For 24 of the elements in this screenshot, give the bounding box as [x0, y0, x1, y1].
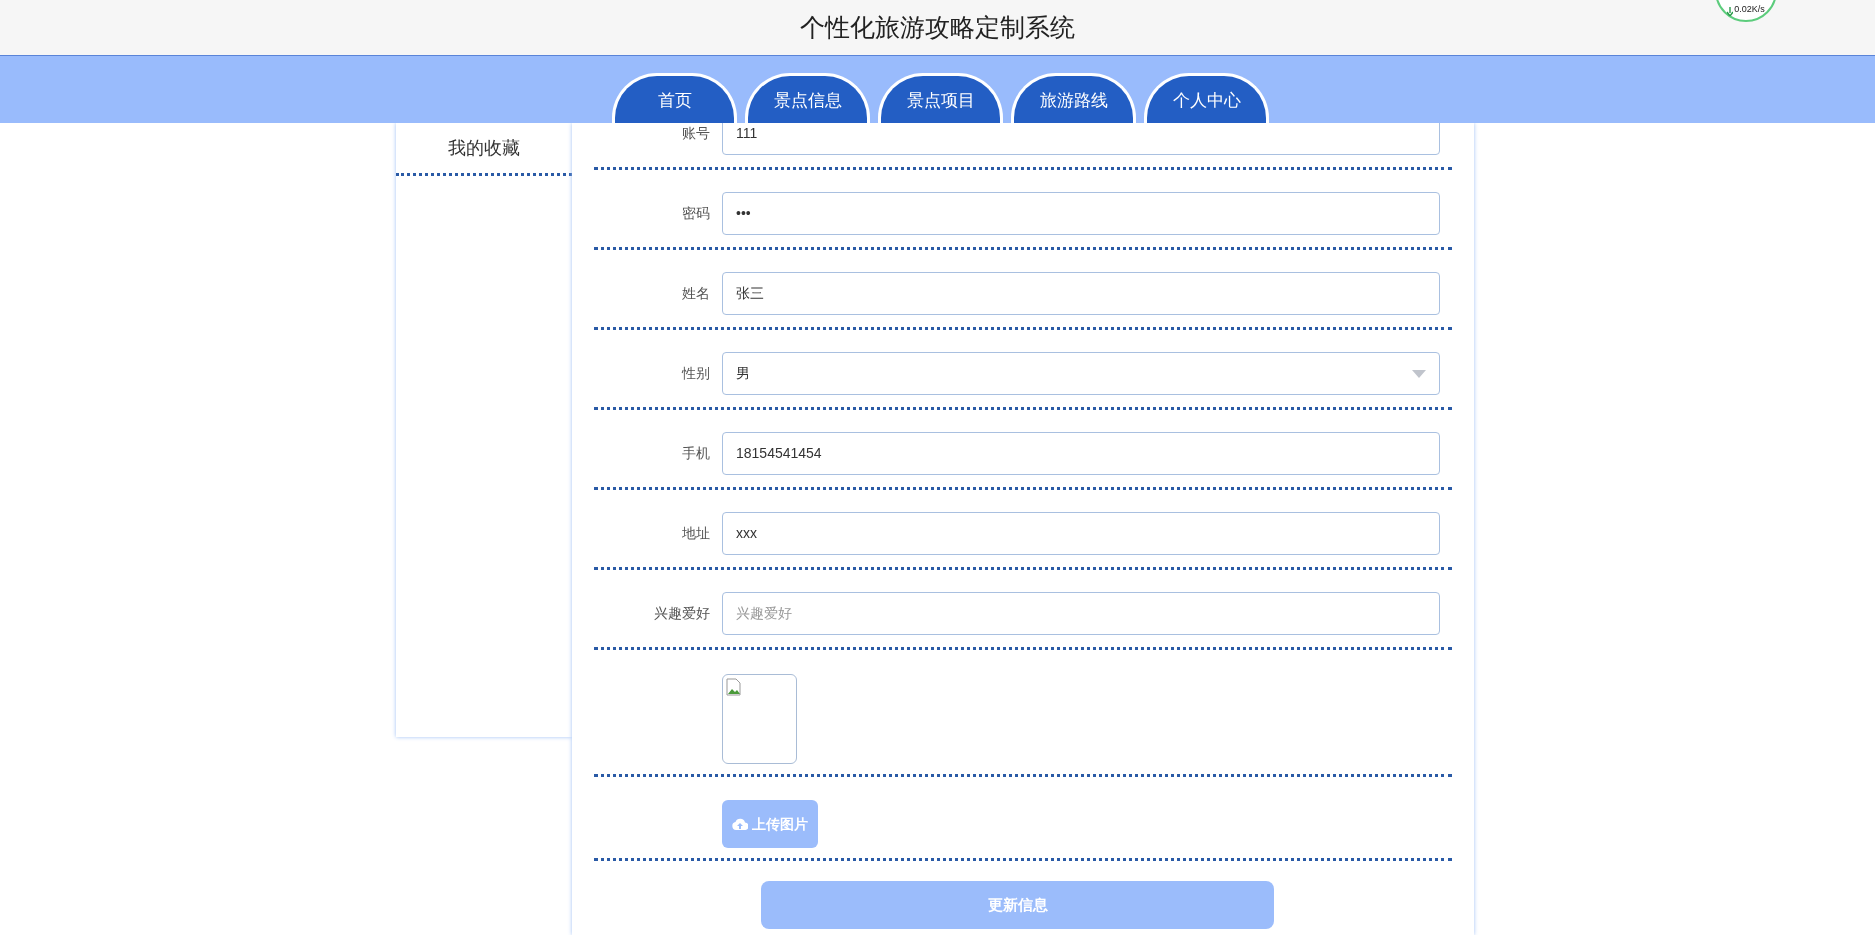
site-title: 个性化旅游攻略定制系统	[800, 11, 1075, 43]
field-label: 性别	[680, 364, 710, 383]
password-field[interactable]: •••	[722, 192, 1440, 235]
field-label: 兴趣爱好	[653, 604, 710, 623]
download-arrow-icon	[1727, 7, 1734, 16]
select-field[interactable]: 男	[722, 352, 1440, 395]
nav-tab[interactable]: 首页	[612, 73, 737, 123]
broken-image-icon	[726, 678, 742, 696]
field-label: 账号	[681, 124, 710, 143]
cloud-upload-icon	[732, 818, 748, 830]
field-label: 密码	[681, 204, 710, 223]
nav-tab[interactable]: 旅游路线	[1011, 73, 1136, 123]
dropdown-caret-icon	[1412, 369, 1426, 378]
field-label: 姓名	[681, 284, 710, 303]
input-field[interactable]: xxx	[722, 512, 1440, 555]
nav-tab[interactable]: 景点信息	[745, 73, 870, 123]
nav-tab[interactable]: 个人中心	[1144, 73, 1269, 123]
field-label: 手机	[681, 444, 710, 463]
field-label: 地址	[681, 524, 710, 543]
speed-reading: 0.02K/s	[1734, 2, 1765, 16]
input-field[interactable]: 111	[722, 123, 1440, 155]
input-field[interactable]: 18154541454	[722, 432, 1440, 475]
nav-tab[interactable]: 景点项目	[878, 73, 1003, 123]
input-field[interactable]: 张三	[722, 272, 1440, 315]
